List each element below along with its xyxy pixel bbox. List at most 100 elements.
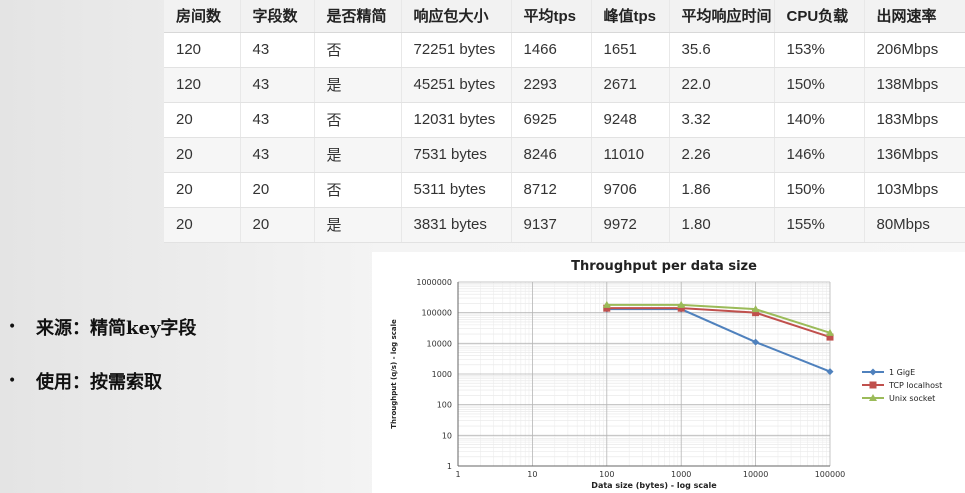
table-row: 20 20 否 5311 bytes 8712 9706 1.86 150% 103Mbps: [164, 172, 965, 208]
legend-label: 1 GigE: [889, 368, 915, 377]
table-cell: 35.6: [668, 32, 774, 68]
y-tick-label: 10: [442, 431, 452, 440]
chart-title: Throughput per data size: [571, 259, 757, 274]
legend-marker: [869, 381, 877, 389]
table-cell: 9248: [590, 102, 669, 138]
table-header-row: 房间数 字段数 是否精简 响应包大小 平均tps 峰值tps 平均响应时间 CPU负载 出网速率: [164, 0, 965, 33]
performance-table: 房间数 字段数 是否精简 响应包大小 平均tps 峰值tps 平均响应时间 CPU负载 出网速率…: [164, 0, 965, 243]
table-cell: 1466: [510, 32, 591, 68]
table-cell: 43: [239, 137, 314, 173]
x-tick-label: 100: [599, 470, 614, 479]
bullet-item-usage: • 使用：按需索取: [8, 366, 196, 396]
table-cell: 72251 bytes: [400, 32, 511, 68]
legend-label: TCP localhost: [888, 381, 942, 390]
x-tick-label: 100000: [815, 470, 846, 479]
table-cell: 120: [164, 32, 240, 68]
table-row: 20 20 是 3831 bytes 9137 9972 1.80 155% 80Mbps: [164, 207, 965, 243]
table-cell: 8712: [510, 172, 591, 208]
y-tick-label: 100: [437, 401, 452, 410]
table-cell: 11010: [590, 137, 669, 173]
table-cell: 6925: [510, 102, 591, 138]
table-cell: 43: [239, 32, 314, 68]
table-cell: 1651: [590, 32, 669, 68]
table-cell: 5311 bytes: [400, 172, 511, 208]
y-tick-label: 100000: [421, 309, 452, 318]
table-row: 120 43 是 45251 bytes 2293 2671 22.0 150% 138Mbps: [164, 67, 965, 103]
table-cell: 146%: [773, 137, 864, 173]
table-cell: 是: [313, 137, 401, 173]
table-cell: 9706: [590, 172, 669, 208]
x-tick-label: 10000: [743, 470, 768, 479]
table-cell: 12031 bytes: [400, 102, 511, 138]
table-cell: 否: [313, 172, 401, 208]
table-cell: 45251 bytes: [400, 67, 511, 103]
y-tick-label: 10000: [427, 339, 452, 348]
table-cell: 2293: [510, 67, 591, 103]
table-cell: 1.80: [668, 207, 774, 243]
table-cell: 80Mbps: [863, 207, 965, 243]
table-cell: 150%: [773, 172, 864, 208]
table-cell: 20: [164, 172, 240, 208]
table-cell: 43: [239, 67, 314, 103]
table-cell: 9972: [590, 207, 669, 243]
x-axis-label: Data size (bytes) - log scale: [591, 481, 717, 490]
column-header: 响应包大小: [400, 0, 511, 33]
legend-marker: [869, 368, 877, 376]
bullet-marker: •: [8, 319, 17, 335]
bullet-list: • 来源：精简key字段 • 使用：按需索取: [8, 312, 196, 420]
table-cell: 8246: [510, 137, 591, 173]
table-cell: 9137: [510, 207, 591, 243]
table-cell: 3831 bytes: [400, 207, 511, 243]
y-axis-label: Throughput (q/s) - log scale: [390, 319, 398, 429]
table-cell: 206Mbps: [863, 32, 965, 68]
legend-label: Unix socket: [889, 394, 935, 403]
column-header: 平均tps: [510, 0, 591, 33]
table-cell: 103Mbps: [863, 172, 965, 208]
table-cell: 是: [313, 67, 401, 103]
bullet-text: 使用：按需索取: [36, 372, 162, 393]
table-cell: 155%: [773, 207, 864, 243]
throughput-chart: Throughput per data size 1 10 100 1000 10000 1…: [372, 252, 965, 493]
table-cell: 183Mbps: [863, 102, 965, 138]
table-cell: 7531 bytes: [400, 137, 511, 173]
table-cell: 153%: [773, 32, 864, 68]
x-tick-label: 10: [527, 470, 537, 479]
table-cell: 20: [164, 207, 240, 243]
y-tick-label: 1000: [432, 370, 452, 379]
y-tick-label: 1: [447, 462, 452, 471]
table-row: 20 43 是 7531 bytes 8246 11010 2.26 146% 136Mbps: [164, 137, 965, 173]
table-row: 20 43 否 12031 bytes 6925 9248 3.32 140% 183Mbps: [164, 102, 965, 138]
column-header: 平均响应时间: [668, 0, 774, 33]
table-cell: 2.26: [668, 137, 774, 173]
table-cell: 20: [239, 207, 314, 243]
table-cell: 20: [164, 102, 240, 138]
table-cell: 138Mbps: [863, 67, 965, 103]
table-cell: 20: [164, 137, 240, 173]
column-header: 房间数: [164, 0, 240, 33]
slide: 房间数 字段数 是否精简 响应包大小 平均tps 峰值tps 平均响应时间 CPU负载 出网速率…: [0, 0, 965, 493]
table-cell: 2671: [590, 67, 669, 103]
table-cell: 150%: [773, 67, 864, 103]
bullet-text: 来源：精简key字段: [36, 318, 197, 339]
table-row: 120 43 否 72251 bytes 1466 1651 35.6 153% 206Mbps: [164, 32, 965, 68]
bullet-marker: •: [8, 373, 17, 389]
table-cell: 120: [164, 67, 240, 103]
bullet-item-source: • 来源：精简key字段: [8, 312, 196, 342]
column-header: 峰值tps: [590, 0, 669, 33]
table-cell: 43: [239, 102, 314, 138]
table-cell: 22.0: [668, 67, 774, 103]
column-header: CPU负载: [773, 0, 864, 33]
table-cell: 1.86: [668, 172, 774, 208]
column-header: 字段数: [239, 0, 314, 33]
table-cell: 136Mbps: [863, 137, 965, 173]
table-cell: 20: [239, 172, 314, 208]
y-tick-label: 1000000: [416, 278, 452, 287]
column-header: 是否精简: [313, 0, 401, 33]
chart-svg: Throughput per data size 1 10 100 1000 10000 1…: [390, 259, 942, 490]
column-header: 出网速率: [863, 0, 965, 33]
table-cell: 140%: [773, 102, 864, 138]
series-line-0: [606, 308, 831, 373]
x-tick-label: 1: [455, 470, 460, 479]
table-cell: 是: [313, 207, 401, 243]
table-cell: 3.32: [668, 102, 774, 138]
